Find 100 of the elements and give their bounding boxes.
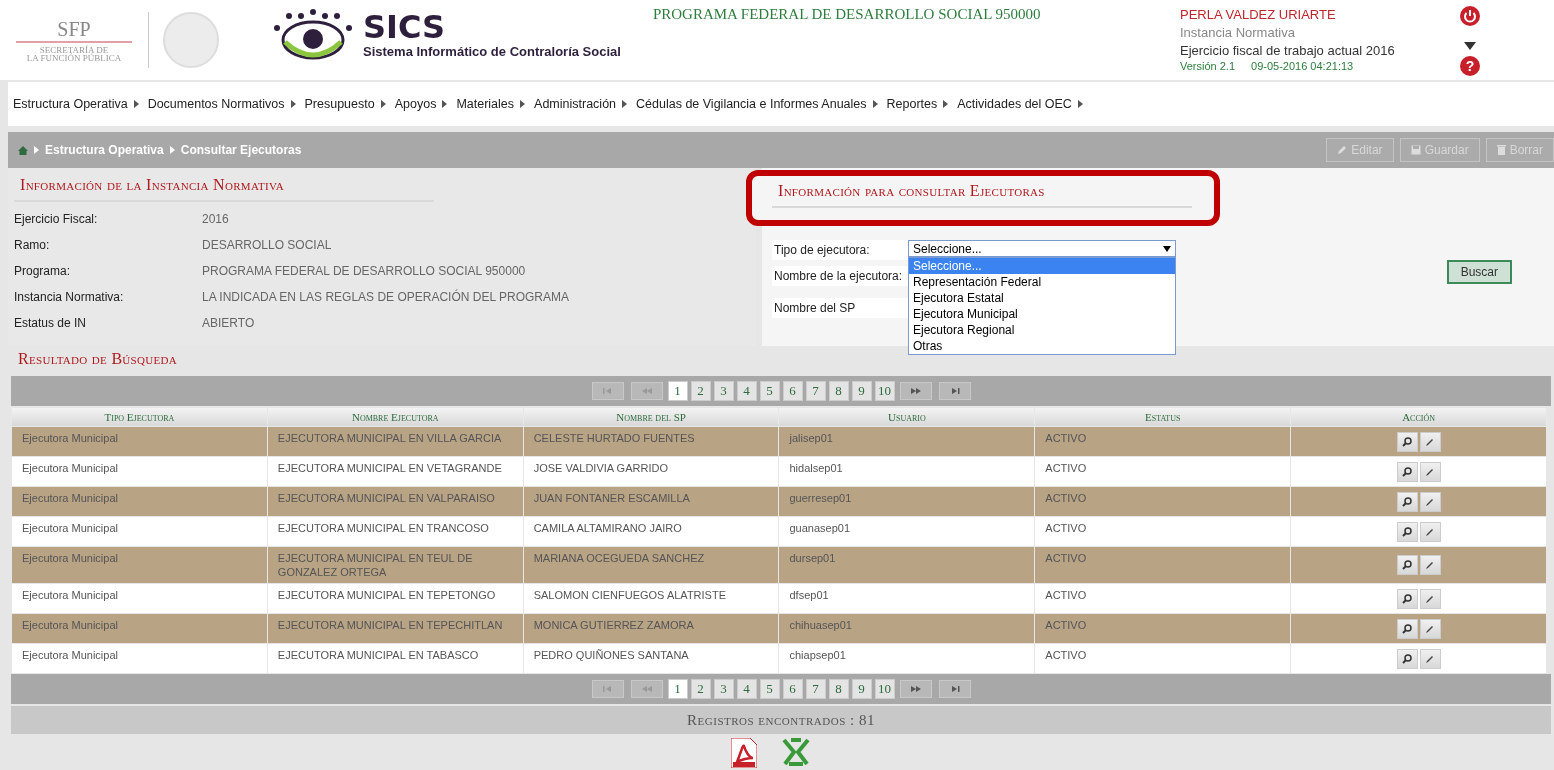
menu-item[interactable]: Reportes xyxy=(886,97,949,111)
column-header: Estatus xyxy=(1034,406,1291,427)
menu-item[interactable]: Actividades del OEC xyxy=(957,97,1083,111)
menu-item[interactable]: Presupuesto xyxy=(304,97,386,111)
page-button[interactable]: 7 xyxy=(805,679,826,699)
pdf-file-icon[interactable] xyxy=(731,738,757,768)
user-role: Instancia Normativa xyxy=(1180,24,1296,42)
first-page-icon xyxy=(602,686,613,692)
page-button[interactable]: 2 xyxy=(690,679,711,699)
page-button[interactable]: 10 xyxy=(874,679,895,699)
user-name: PERLA VALDEZ URIARTE xyxy=(1180,6,1337,24)
table-cell: guanasep01 xyxy=(779,516,1035,547)
table-cell: Ejecutora Municipal xyxy=(11,583,268,614)
caret-right-icon xyxy=(442,100,448,108)
table-cell: SALOMON CIENFUEGOS ALATRISTE xyxy=(523,583,779,614)
search-icon xyxy=(1402,526,1413,537)
page-button[interactable]: 1 xyxy=(667,679,688,699)
dropdown-caret-icon[interactable] xyxy=(1464,42,1476,50)
page-button[interactable]: 10 xyxy=(874,381,895,401)
menu-item[interactable]: Administración xyxy=(534,97,628,111)
table-cell: EJECUTORA MUNICIPAL EN TRANCOSO xyxy=(267,516,524,547)
last-page-button[interactable] xyxy=(938,382,971,400)
trash-icon xyxy=(1496,145,1506,155)
table-cell: EJECUTORA MUNICIPAL EN TEPETONGO xyxy=(267,583,524,614)
table-cell: EJECUTORA MUNICIPAL EN VETAGRANDE xyxy=(267,456,524,487)
page-button[interactable]: 8 xyxy=(828,679,849,699)
search-icon xyxy=(1402,496,1413,507)
field-value: ABIERTO xyxy=(202,316,256,330)
page-button[interactable]: 6 xyxy=(782,679,803,699)
table-cell: ACTIVO xyxy=(1034,643,1291,674)
page-button[interactable]: 6 xyxy=(782,381,803,401)
page-button[interactable]: 2 xyxy=(690,381,711,401)
table-cell: Ejecutora Municipal xyxy=(11,486,268,517)
table-cell: jalisep01 xyxy=(779,426,1035,457)
menu-item[interactable]: Estructura Operativa xyxy=(13,97,139,111)
caret-right-icon xyxy=(133,100,139,108)
help-icon[interactable]: ? xyxy=(1460,56,1480,76)
table-cell: MONICA GUTIERREZ ZAMORA xyxy=(523,613,779,644)
view-button[interactable] xyxy=(1396,648,1418,669)
view-button[interactable] xyxy=(1396,491,1418,512)
table-cell: dfsep01 xyxy=(779,583,1035,614)
table-cell: ACTIVO xyxy=(1034,456,1291,487)
table-cell: EJECUTORA MUNICIPAL EN VILLA GARCIA xyxy=(267,426,524,457)
view-button[interactable] xyxy=(1396,461,1418,482)
double-right-arrow-icon xyxy=(910,686,921,692)
page-button[interactable]: 1 xyxy=(667,381,688,401)
page-button[interactable]: 7 xyxy=(805,381,826,401)
agency-acronym: SFP xyxy=(16,18,132,43)
page-button[interactable]: 9 xyxy=(851,679,872,699)
section-title: Información para consultar Ejecutoras xyxy=(772,180,1192,208)
search-icon xyxy=(1402,560,1413,570)
table-cell: chiapsep01 xyxy=(779,643,1035,674)
menu-item[interactable]: Documentos Normativos xyxy=(147,97,296,111)
spreadsheet-export-icon[interactable] xyxy=(781,738,811,766)
page-button[interactable]: 9 xyxy=(851,381,872,401)
pencil-icon xyxy=(1425,466,1436,477)
view-button[interactable] xyxy=(1396,618,1418,639)
view-button[interactable] xyxy=(1396,588,1418,609)
page-button[interactable]: 4 xyxy=(736,679,757,699)
last-page-button[interactable] xyxy=(938,680,971,698)
view-button[interactable] xyxy=(1396,431,1418,452)
search-icon xyxy=(1402,653,1413,664)
field-value: DESARROLLO SOCIAL xyxy=(202,238,333,252)
caret-right-icon xyxy=(520,100,526,108)
table-cell: chihuasep01 xyxy=(779,613,1035,644)
menu-item[interactable]: Apoyos xyxy=(394,97,448,111)
page-button[interactable]: 8 xyxy=(828,381,849,401)
page-button[interactable]: 4 xyxy=(736,381,757,401)
view-button[interactable] xyxy=(1396,521,1418,542)
view-button[interactable] xyxy=(1396,555,1418,575)
page-button[interactable]: 5 xyxy=(759,679,780,699)
menu-item[interactable]: Materiales xyxy=(456,97,526,111)
search-button[interactable]: Buscar xyxy=(1446,260,1512,284)
page-button[interactable]: 3 xyxy=(713,679,734,699)
dropdown-option[interactable]: Seleccione... xyxy=(909,258,1175,274)
caret-right-icon xyxy=(169,146,175,154)
caret-right-icon xyxy=(943,100,949,108)
double-left-arrow-icon xyxy=(641,686,652,692)
table-cell: ACTIVO xyxy=(1034,426,1291,457)
field-label: Tipo de ejecutora: xyxy=(772,240,908,260)
power-icon[interactable] xyxy=(1460,6,1480,26)
table-cell: PEDRO QUIÑONES SANTANA xyxy=(523,643,779,674)
search-icon xyxy=(1402,466,1413,477)
column-header: Nombre del SP xyxy=(523,406,779,427)
page-button[interactable]: 5 xyxy=(759,381,780,401)
program-title: PROGRAMA FEDERAL DE DESARROLLO SOCIAL 950000 xyxy=(652,6,1042,23)
fiscal-year: Ejercicio fiscal de trabajo actual 2016 xyxy=(1180,42,1396,60)
page-button[interactable]: 3 xyxy=(713,381,734,401)
next-page-button[interactable] xyxy=(899,680,932,698)
home-icon[interactable] xyxy=(18,145,28,155)
table-cell: EJECUTORA MUNICIPAL EN TABASCO xyxy=(267,643,524,674)
double-right-arrow-icon xyxy=(910,388,921,394)
caret-right-icon xyxy=(380,100,386,108)
table-cell: Ejecutora Municipal xyxy=(11,613,268,644)
menu-item[interactable]: Cédulas de Vigilancia e Informes Anuales xyxy=(636,97,878,111)
app-logo-name: SICS xyxy=(363,9,447,44)
type-select[interactable]: Seleccione... xyxy=(908,240,1176,257)
column-header: Acción xyxy=(1290,406,1547,427)
next-page-button[interactable] xyxy=(899,382,932,400)
table-cell: EJECUTORA MUNICIPAL EN TEPECHITLAN xyxy=(267,613,524,644)
